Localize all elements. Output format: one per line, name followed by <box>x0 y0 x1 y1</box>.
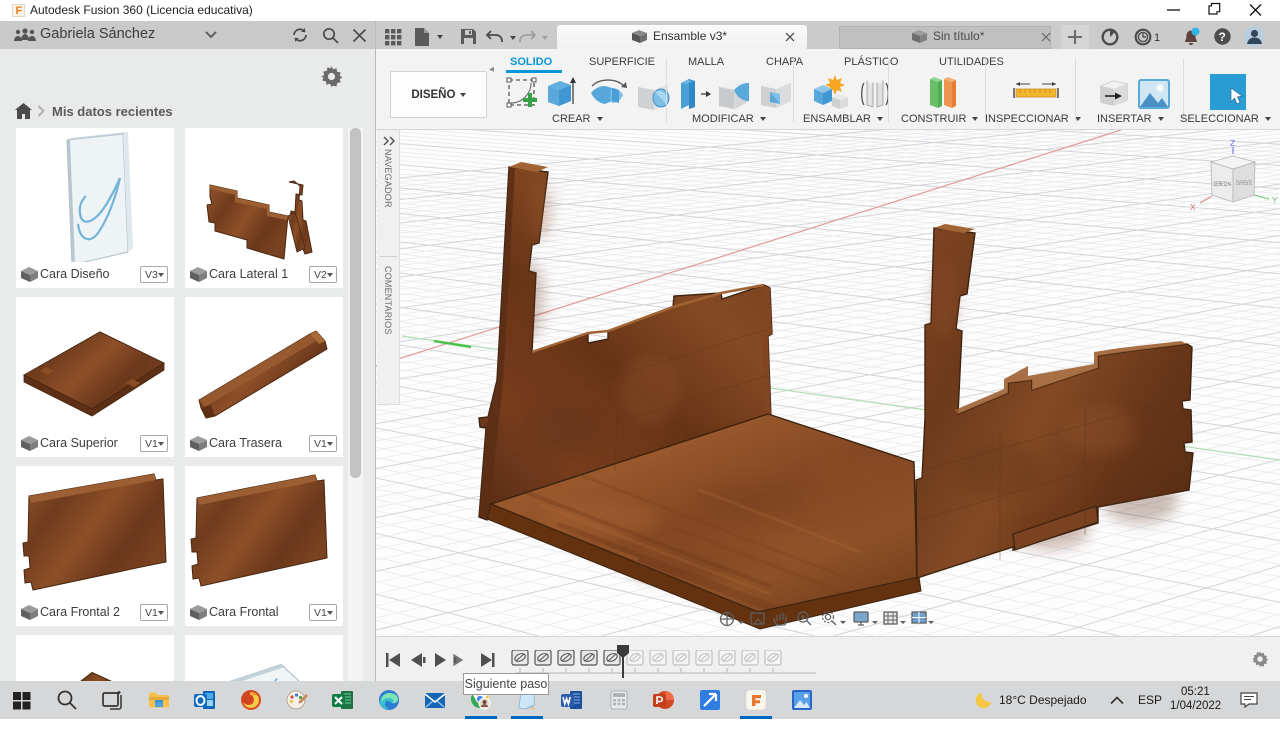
svg-text:?: ? <box>1219 30 1226 44</box>
svg-text:Y: Y <box>1272 195 1278 205</box>
svg-text:1: 1 <box>1154 32 1160 44</box>
svg-text:X: X <box>1190 202 1196 212</box>
svg-text:DERECHA: DERECHA <box>1214 181 1232 188</box>
svg-text:Z: Z <box>1230 138 1235 148</box>
svg-text:ENFRENTE: ENFRENTE <box>1236 180 1252 187</box>
